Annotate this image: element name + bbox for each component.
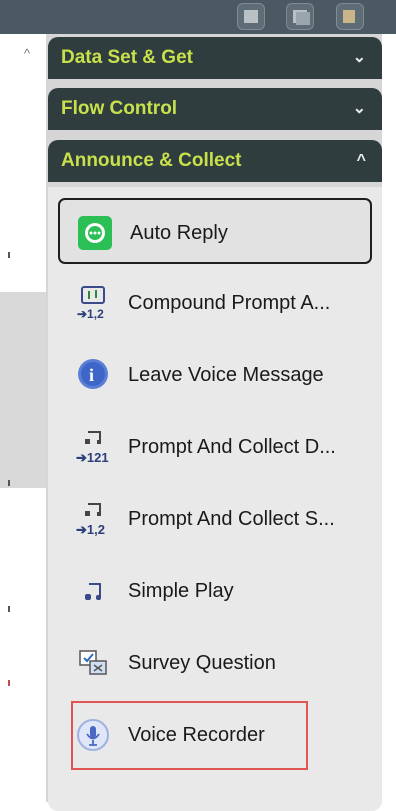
svg-text:i: i	[89, 365, 94, 385]
scroll-up-arrow-icon[interactable]: ^	[20, 47, 34, 61]
tick-mark	[8, 680, 10, 686]
survey-icon	[76, 646, 110, 680]
item-label: Prompt And Collect D...	[128, 436, 336, 458]
section-title: Announce & Collect	[61, 150, 242, 171]
chat-bubble-icon	[78, 216, 112, 250]
info-icon: i	[76, 358, 110, 392]
tick-mark	[8, 252, 10, 258]
chevron-down-icon: ⌄	[352, 100, 366, 117]
canvas-fragment	[0, 292, 46, 488]
list-item-leave-voice-message[interactable]: i Leave Voice Message	[58, 342, 372, 408]
list-item-simple-play[interactable]: Simple Play	[58, 558, 372, 624]
item-label: Auto Reply	[130, 222, 228, 244]
section-announce-collect[interactable]: Announce & Collect ^	[48, 140, 382, 182]
music-note-icon	[76, 574, 110, 608]
section-data-set-get[interactable]: Data Set & Get ⌄	[48, 37, 382, 79]
left-gutter: ^	[0, 34, 46, 802]
list-item-prompt-collect-speech[interactable]: ➔1,2 Prompt And Collect S...	[58, 486, 372, 552]
list-item-survey-question[interactable]: Survey Question	[58, 630, 372, 696]
chevron-down-icon: ⌄	[352, 49, 366, 66]
tick-mark	[8, 480, 10, 486]
section-flow-control[interactable]: Flow Control ⌄	[48, 88, 382, 130]
svg-text:➔1,2: ➔1,2	[76, 522, 105, 536]
item-label: Simple Play	[128, 580, 234, 602]
prompt-collect-speech-icon: ➔1,2	[76, 502, 110, 537]
copy-icon-button[interactable]	[286, 3, 314, 30]
toolbox-panel: Data Set & Get ⌄ Flow Control ⌄ Announce…	[46, 34, 382, 811]
top-toolbar	[0, 0, 396, 34]
compound-prompt-icon: ➔1,2	[76, 286, 110, 321]
tick-mark	[8, 606, 10, 612]
highlight-box	[71, 701, 308, 770]
item-label: Survey Question	[128, 652, 276, 674]
svg-text:➔121: ➔121	[76, 450, 109, 464]
item-label: Prompt And Collect S...	[128, 508, 335, 530]
section-title: Data Set & Get	[61, 47, 193, 68]
delete-icon-button[interactable]	[237, 3, 265, 30]
list-item-auto-reply[interactable]: Auto Reply	[58, 198, 372, 264]
list-item-compound-prompt[interactable]: ➔1,2 Compound Prompt A...	[58, 270, 372, 336]
chevron-up-icon: ^	[356, 152, 366, 169]
item-label: Compound Prompt A...	[128, 292, 331, 314]
svg-text:➔1,2: ➔1,2	[77, 307, 104, 320]
prompt-collect-digits-icon: ➔121	[76, 430, 110, 465]
item-label: Leave Voice Message	[128, 364, 324, 386]
paste-icon-button[interactable]	[336, 3, 364, 30]
list-item-prompt-collect-digits[interactable]: ➔121 Prompt And Collect D...	[58, 414, 372, 480]
section-title: Flow Control	[61, 98, 178, 119]
